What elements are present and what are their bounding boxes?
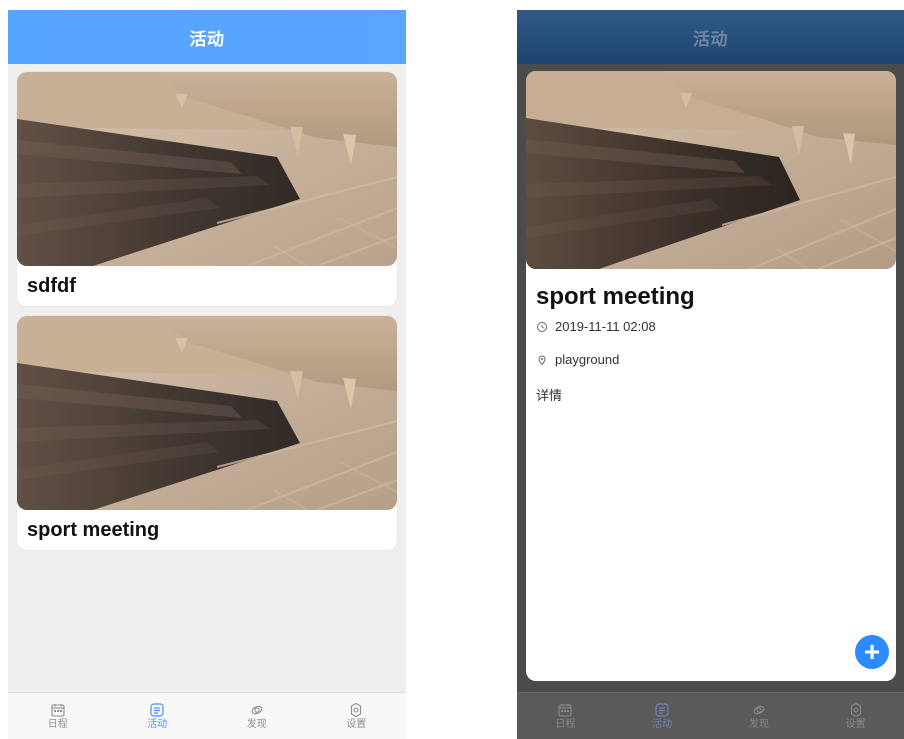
tab-discover[interactable]: 发现 xyxy=(207,693,307,739)
tab-settings-label: 设置 xyxy=(346,718,367,730)
tab-discover-label: 发现 xyxy=(748,718,769,730)
activity-card-sdfdf[interactable]: sdfdf xyxy=(17,72,397,306)
calendar-icon xyxy=(557,702,573,718)
left-header: 活动 xyxy=(8,10,406,64)
activity-icon xyxy=(149,702,165,718)
discover-icon xyxy=(751,702,767,718)
photo-image xyxy=(17,72,397,266)
activity-title: sport meeting xyxy=(27,518,160,541)
photo-image xyxy=(17,316,397,510)
detail-location: playground xyxy=(555,352,620,367)
right-header: 活动 xyxy=(517,10,904,64)
add-icon: + xyxy=(863,636,881,667)
tab-calendar-label: 日程 xyxy=(47,718,68,730)
tab-calendar-label: 日程 xyxy=(555,718,576,730)
location-icon xyxy=(536,354,548,366)
tab-discover-label: 发现 xyxy=(246,718,267,730)
activity-photo xyxy=(17,72,397,266)
detail-datetime-row: 2019-11-11 02:08 xyxy=(536,319,886,334)
tab-activity[interactable]: 活动 xyxy=(614,693,711,739)
activity-card-sport-meeting[interactable]: sport meeting xyxy=(17,316,397,550)
left-tabbar: 日程 活动 发现 设置 xyxy=(8,692,406,739)
tab-activity[interactable]: 活动 xyxy=(108,693,208,739)
add-button[interactable]: + xyxy=(855,635,889,669)
settings-icon xyxy=(848,702,864,718)
activity-photo xyxy=(17,316,397,510)
tab-settings-label: 设置 xyxy=(845,718,866,730)
right-header-title: 活动 xyxy=(693,29,728,49)
activity-icon xyxy=(654,702,670,718)
detail-datetime: 2019-11-11 02:08 xyxy=(555,319,656,334)
tab-settings[interactable]: 设置 xyxy=(807,693,904,739)
discover-icon xyxy=(249,702,265,718)
tab-discover[interactable]: 发现 xyxy=(711,693,808,739)
calendar-icon xyxy=(50,702,66,718)
detail-body: sport meeting 2019-11-11 02:08 playgroun… xyxy=(526,269,896,404)
settings-icon xyxy=(348,702,364,718)
clock-icon xyxy=(536,321,548,333)
tab-calendar[interactable]: 日程 xyxy=(8,693,108,739)
right-tabbar: 日程 活动 发现 设置 xyxy=(517,692,904,739)
tab-activity-label: 活动 xyxy=(147,718,168,730)
right-phone-screen: 活动 sport meeting 2019-11-11 02:08 playgr… xyxy=(517,10,904,739)
activity-detail-card: sport meeting 2019-11-11 02:08 playgroun… xyxy=(526,71,896,681)
tab-calendar[interactable]: 日程 xyxy=(517,693,614,739)
tab-settings[interactable]: 设置 xyxy=(307,693,407,739)
detail-location-row: playground xyxy=(536,352,886,367)
photo-image xyxy=(526,71,896,269)
detail-section-label: 详情 xyxy=(536,388,563,403)
activity-list: sdfdf sport meeting xyxy=(8,64,406,550)
left-phone-screen: 活动 sdfdf sport meeting 日程 活动 发现 设置 xyxy=(8,10,406,739)
activity-title: sdfdf xyxy=(27,274,76,297)
detail-title: sport meeting xyxy=(536,283,695,310)
detail-photo xyxy=(526,71,896,269)
tab-activity-label: 活动 xyxy=(652,718,673,730)
left-header-title: 活动 xyxy=(189,29,225,49)
